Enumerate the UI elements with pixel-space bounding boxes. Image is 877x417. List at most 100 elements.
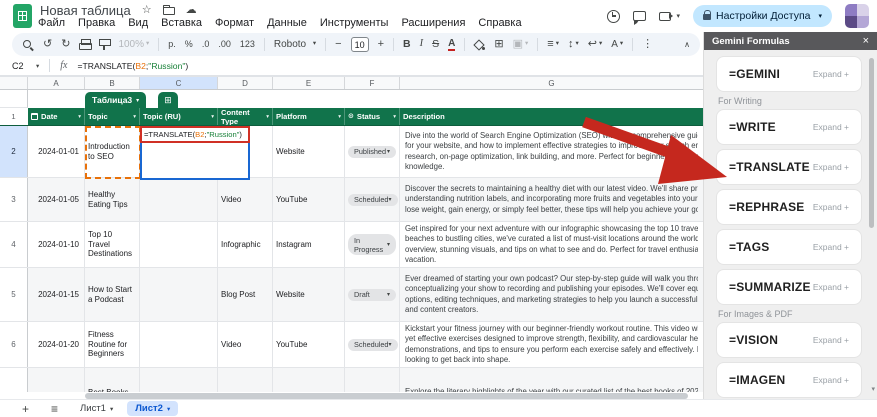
cell-topic[interactable]: Introduction to SEO [85,126,140,177]
version-history-icon[interactable] [607,10,620,23]
cell-platform[interactable]: YouTube [273,178,345,221]
chevron-down-icon[interactable]: ▾ [36,62,39,70]
cell-topic-ru[interactable] [140,268,218,321]
bold-button[interactable]: B [403,39,411,50]
meet-button[interactable]: ▾ [659,12,681,21]
cell-topic[interactable]: Healthy Eating Tips [85,178,140,221]
expand-button[interactable]: Expand + [813,282,849,292]
row-number[interactable]: 5 [0,268,28,321]
text-rotation-button[interactable]: A▾ [611,40,623,50]
more-options-button[interactable]: ⋮ [642,39,653,50]
panel-scrollbar-thumb[interactable] [869,58,874,228]
cell-status[interactable]: In Progress▾ [345,222,400,267]
document-title[interactable]: Новая таблица [40,3,131,18]
col-header-d[interactable]: D [218,77,273,89]
cell-topic[interactable]: Best Books of [85,368,140,392]
expand-button[interactable]: Expand + [813,69,849,79]
redo-button[interactable]: ↻ [61,39,70,50]
cell-platform[interactable]: Instagram [273,222,345,267]
close-icon[interactable]: × [863,36,869,47]
print-button[interactable] [79,39,90,50]
cell-topic[interactable]: Top 10 Travel Destinations [85,222,140,267]
tab-sheet2[interactable]: Лист2▾ [127,401,178,416]
header-topic-ru[interactable]: Topic (RU)▾ [140,108,218,125]
fill-color-button[interactable] [474,39,485,50]
menu-format[interactable]: Формат [215,17,254,29]
row-number[interactable]: 6 [0,322,28,367]
percent-format-button[interactable]: % [185,40,193,49]
col-header-f[interactable]: F [345,77,400,89]
cell-status[interactable]: Draft▾ [345,268,400,321]
active-cell-editor[interactable]: =TRANSLATE(B2;"Russion") [140,126,250,180]
menu-help[interactable]: Справка [478,17,521,29]
number-format-button[interactable]: 123 [240,40,255,49]
col-header-a[interactable]: A [28,77,85,89]
cell-platform[interactable]: Website [273,268,345,321]
cell-content-type[interactable]: Video [218,178,273,221]
header-date[interactable]: Date▾ [28,108,85,125]
formula-card-imagen[interactable]: =IMAGENExpand + [716,362,862,398]
cell-date[interactable]: 2024-01-01 [28,126,85,177]
cell-platform[interactable]: Website [273,368,345,392]
cell-description[interactable]: Explore the literary highlights of the y… [400,368,703,392]
menu-tools[interactable]: Инструменты [320,17,389,29]
cell-date[interactable]: 2024-01-25 [28,368,85,392]
expand-button[interactable]: Expand + [813,335,849,345]
cell-date[interactable]: 2024-01-10 [28,222,85,267]
strikethrough-button[interactable]: S [432,39,439,50]
menu-insert[interactable]: Вставка [161,17,202,29]
cell-topic[interactable]: Fitness Routine for Beginners [85,322,140,367]
font-size-input[interactable]: 10 [351,37,369,52]
star-icon[interactable]: ☆ [142,5,152,16]
cell-status[interactable]: Scheduled▾ [345,322,400,367]
expand-button[interactable]: Expand + [813,122,849,132]
header-platform[interactable]: Platform▾ [273,108,345,125]
move-folder-icon[interactable] [163,7,175,15]
cell-status[interactable]: Published▾ [345,126,400,177]
cell-description[interactable]: Kickstart your fitness journey with our … [400,322,703,367]
cell-platform[interactable]: YouTube [273,322,345,367]
cell-description[interactable]: Ever dreamed of starting your own podcas… [400,268,703,321]
horizontal-scrollbar-thumb[interactable] [85,393,688,399]
cell-date[interactable]: 2024-01-05 [28,178,85,221]
formula-card-write[interactable]: =WRITEExpand + [716,109,862,145]
formula-card-gemini[interactable]: =GEMINIExpand + [716,56,862,92]
cell-description[interactable]: Discover the secrets to maintaining a he… [400,178,703,221]
formula-card-translate[interactable]: =TRANSLATEExpand + [716,149,862,185]
expand-button[interactable]: Expand + [813,162,849,172]
cell-topic-ru[interactable] [140,222,218,267]
undo-button[interactable]: ↺ [43,39,52,50]
col-header-b[interactable]: B [85,77,140,89]
borders-button[interactable]: ⊞ [494,39,503,50]
search-button[interactable] [22,39,34,51]
avatar[interactable] [845,4,869,28]
comments-icon[interactable] [633,11,646,21]
menu-edit[interactable]: Правка [78,17,115,29]
cell-topic-ru[interactable] [140,368,218,392]
italic-button[interactable]: I [420,39,424,50]
font-select[interactable]: Roboto ▾ [274,40,316,50]
col-header-g[interactable]: G [400,77,703,89]
cell-description[interactable]: Get inspired for your next adventure wit… [400,222,703,267]
table-grid-icon[interactable]: ⊞ [158,92,178,108]
cell-content-type[interactable]: Video [218,322,273,367]
cell-content-type[interactable]: Blog Post [218,368,273,392]
header-status[interactable]: ⊙Status▾ [345,108,400,125]
merge-cells-button[interactable]: ▣▾ [513,39,529,50]
hide-toolbar-button[interactable]: ∧ [684,41,690,49]
cell-topic[interactable]: How to Start a Podcast [85,268,140,321]
menu-extensions[interactable]: Расширения [401,17,465,29]
expand-button[interactable]: Expand + [813,202,849,212]
cell-status[interactable]: Research▾ [345,368,400,392]
select-all-corner[interactable] [0,77,28,89]
formula-card-vision[interactable]: =VISIONExpand + [716,322,862,358]
paint-format-button[interactable] [99,39,109,50]
cell-topic-ru[interactable] [140,178,218,221]
cell-platform[interactable]: Website [273,126,345,177]
expand-button[interactable]: Expand + [813,375,849,385]
text-color-button[interactable]: A [448,39,455,51]
header-content-type[interactable]: Content Type▾ [218,108,273,125]
tab-sheet1[interactable]: Лист1▾ [80,403,113,414]
decrease-font-size-button[interactable]: − [335,39,341,50]
formula-card-summarize[interactable]: =SUMMARIZEExpand + [716,269,862,305]
